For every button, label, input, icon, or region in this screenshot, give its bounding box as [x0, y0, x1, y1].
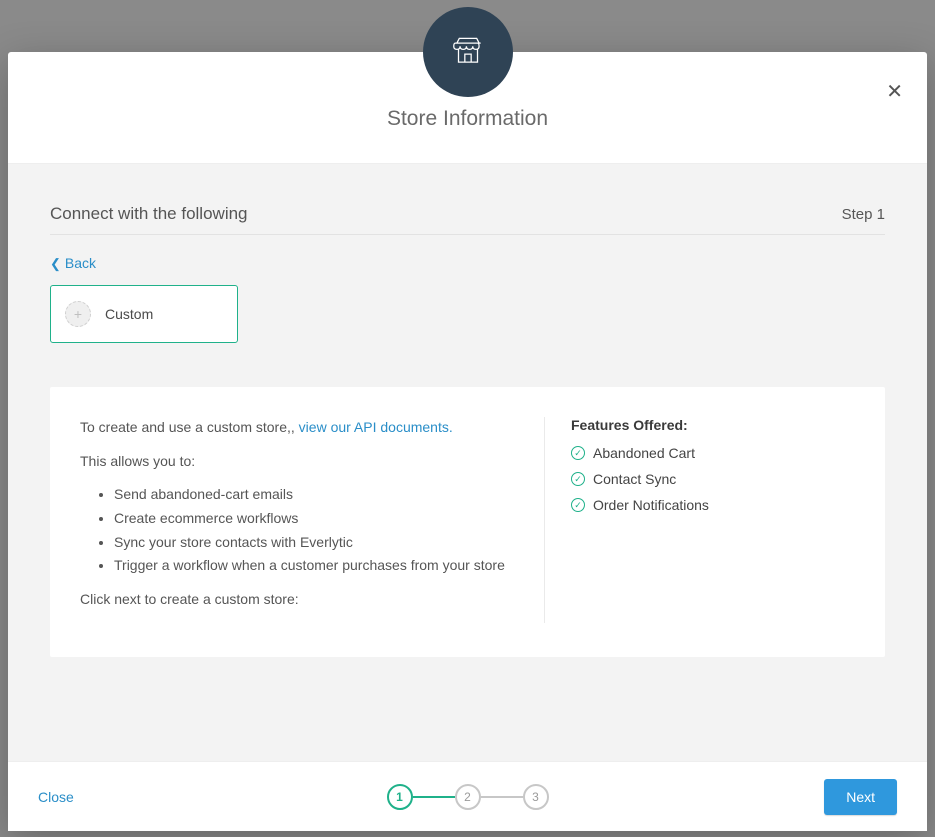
feature-label: Abandoned Cart	[593, 445, 695, 461]
step-dot-1[interactable]: 1	[387, 784, 413, 810]
intro-paragraph: To create and use a custom store,, view …	[80, 417, 514, 439]
back-label: Back	[65, 255, 96, 271]
feature-item: ✓ Order Notifications	[571, 497, 855, 513]
next-button[interactable]: Next	[824, 779, 897, 815]
api-documents-link[interactable]: view our API documents.	[299, 419, 453, 435]
modal-body: Connect with the following Step 1 ❮ Back…	[8, 164, 927, 761]
step-dot-2[interactable]: 2	[455, 784, 481, 810]
store-information-modal: Store Information ✕ Connect with the fol…	[8, 52, 927, 831]
section-header: Connect with the following Step 1	[50, 204, 885, 235]
feature-item: ✓ Contact Sync	[571, 471, 855, 487]
info-left: To create and use a custom store,, view …	[80, 417, 545, 623]
back-button[interactable]: ❮ Back	[50, 255, 96, 271]
capabilities-list: Send abandoned-cart emails Create ecomme…	[114, 484, 514, 577]
modal-header: Store Information ✕	[8, 52, 927, 164]
info-right: Features Offered: ✓ Abandoned Cart ✓ Con…	[545, 417, 855, 623]
plus-icon: +	[65, 301, 91, 327]
info-panel: To create and use a custom store,, view …	[50, 387, 885, 657]
feature-label: Order Notifications	[593, 497, 709, 513]
list-item: Create ecommerce workflows	[114, 508, 514, 530]
store-option-label: Custom	[105, 306, 153, 322]
step-dot-3[interactable]: 3	[523, 784, 549, 810]
modal-footer: Close 1 2 3 Next	[8, 761, 927, 831]
chevron-left-icon: ❮	[50, 257, 61, 270]
list-item: Sync your store contacts with Everlytic	[114, 532, 514, 554]
features-heading: Features Offered:	[571, 417, 855, 433]
close-button[interactable]: Close	[38, 789, 74, 805]
check-icon: ✓	[571, 498, 585, 512]
next-hint: Click next to create a custom store:	[80, 589, 514, 611]
allows-label: This allows you to:	[80, 451, 514, 473]
check-icon: ✓	[571, 446, 585, 460]
step-indicator: 1 2 3	[387, 784, 549, 810]
step-indicator-label: Step 1	[842, 206, 885, 223]
step-line	[413, 796, 455, 798]
section-title: Connect with the following	[50, 204, 248, 224]
store-option-custom[interactable]: + Custom	[50, 285, 238, 343]
list-item: Send abandoned-cart emails	[114, 484, 514, 506]
modal-title: Store Information	[387, 107, 548, 131]
step-line	[481, 796, 523, 798]
intro-prefix: To create and use a custom store,,	[80, 419, 299, 435]
feature-label: Contact Sync	[593, 471, 676, 487]
check-icon: ✓	[571, 472, 585, 486]
list-item: Trigger a workflow when a customer purch…	[114, 555, 514, 577]
feature-item: ✓ Abandoned Cart	[571, 445, 855, 461]
close-icon[interactable]: ✕	[886, 82, 903, 102]
